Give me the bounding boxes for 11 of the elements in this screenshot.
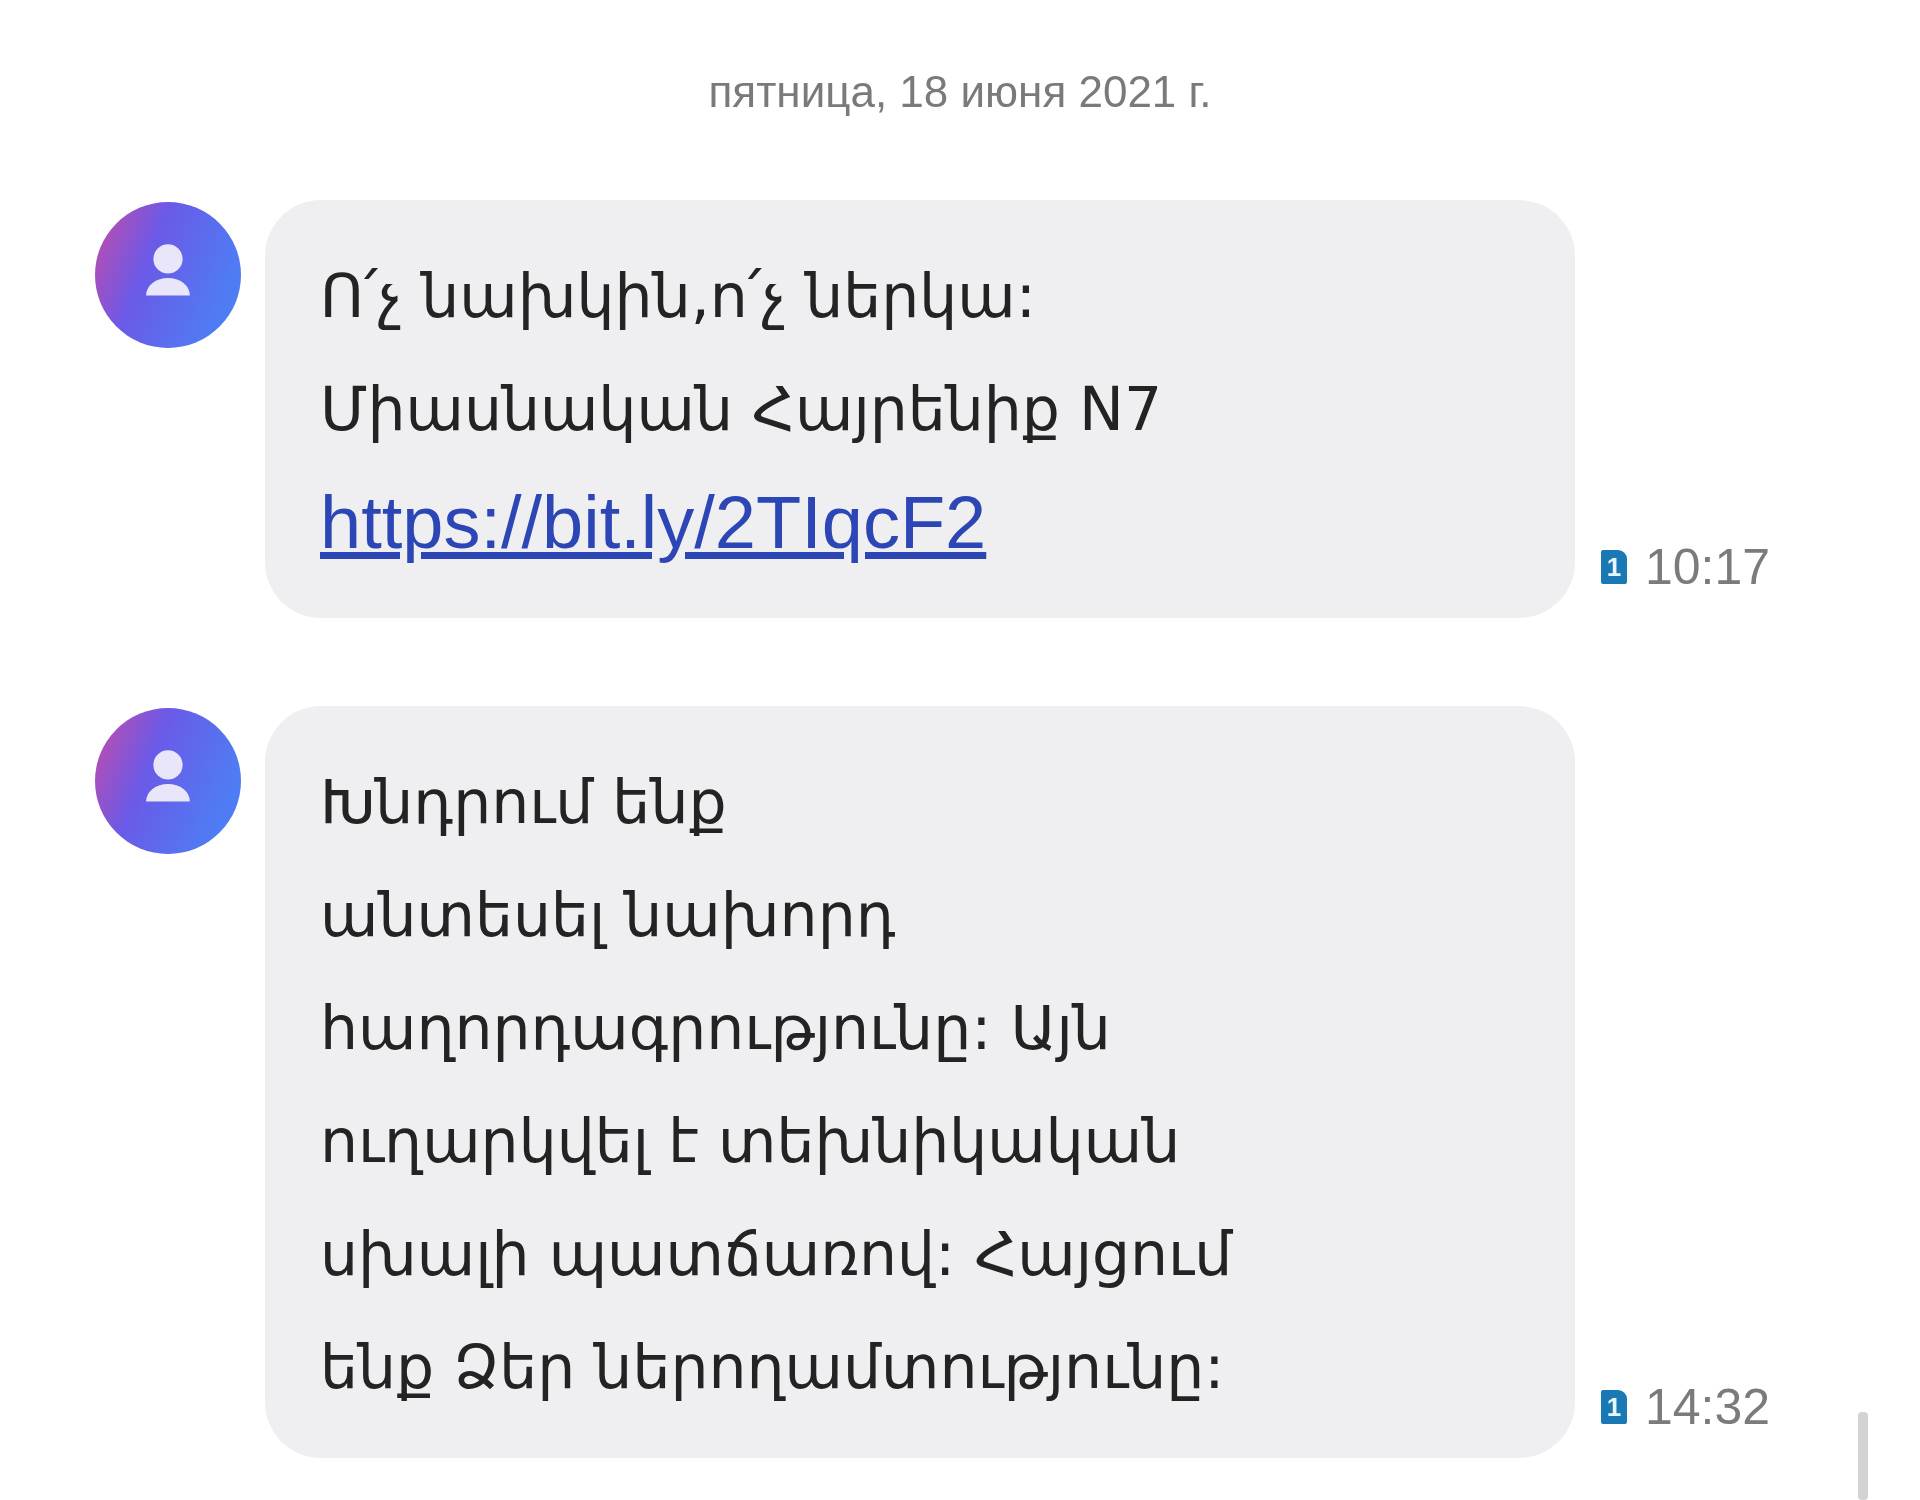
sim-icon: 1 [1601,1390,1627,1424]
scrollbar[interactable] [1858,1412,1868,1500]
message-text: Ո՛չ նախկին,ո՛չ ներկա: Միասնական Հայրենիք N7 [320,260,1164,446]
message-link[interactable]: https://bit.ly/2TIqcF2 [320,466,987,579]
message-time: 14:32 [1645,1378,1771,1436]
avatar-icon [95,202,241,348]
sim-icon: 1 [1601,550,1627,584]
date-header: пятница, 18 июня 2021 г. [707,66,1213,118]
message-text: Խնդրում ենք անտեսել նախորդ հաղորդագրությունը: Այն ուղարկվել է տեխնիկական սխալի պատճառով: Հայցում ենք Ձեր ներողամտությունը: [320,766,1234,1404]
message-time: 10:17 [1645,538,1771,596]
avatar-icon [95,708,241,854]
